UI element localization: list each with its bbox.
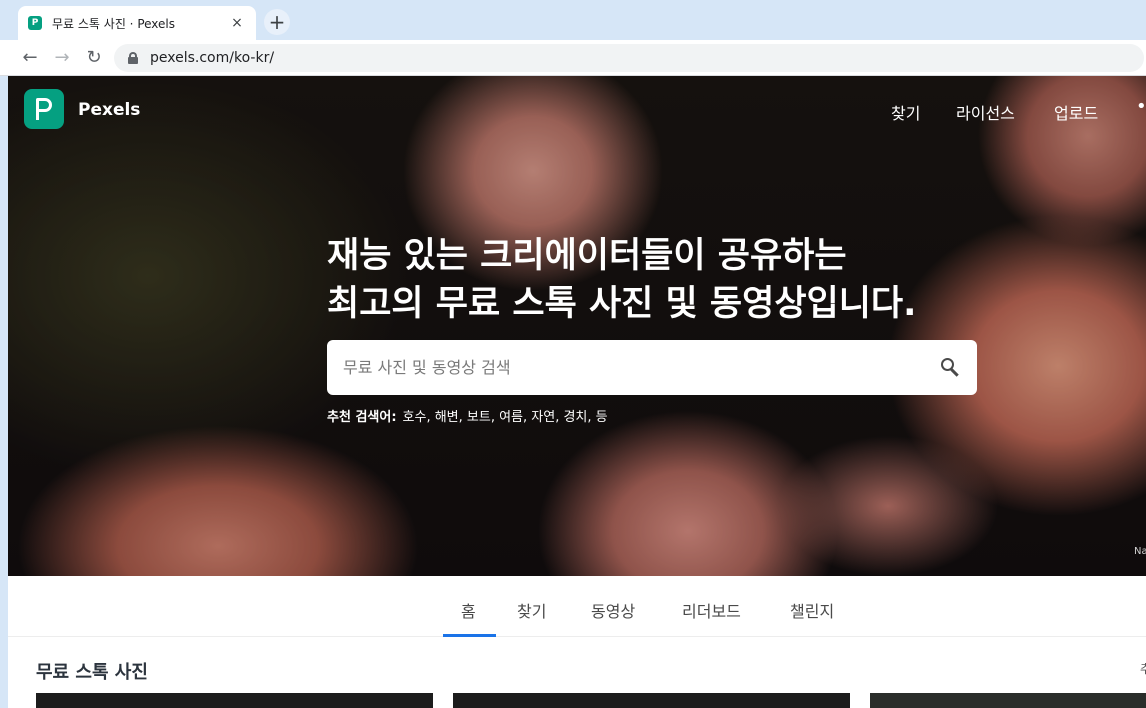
section-right-link[interactable]: 추 — [1140, 660, 1146, 677]
close-tab-icon[interactable]: × — [228, 15, 246, 31]
photo-thumbnail[interactable] — [453, 693, 850, 708]
photo-thumbnail[interactable] — [870, 693, 1146, 708]
tab-leaderboard[interactable]: 리더보드 — [682, 598, 741, 622]
tab-video[interactable]: 동영상 — [591, 598, 635, 622]
hero-headline-line1: 재능 있는 크리에이터들이 공유하는 — [327, 236, 847, 276]
tab-home[interactable]: 홈 — [461, 598, 476, 622]
brand-name[interactable]: Pexels — [78, 100, 140, 120]
nav-find[interactable]: 찾기 — [891, 100, 920, 124]
active-tab-indicator — [443, 634, 496, 637]
photo-credit[interactable]: Na — [1134, 546, 1146, 557]
browser-tabstrip: P 무료 스톡 사진 · Pexels × + — [0, 0, 1146, 40]
hero-headline-line2: 최고의 무료 스톡 사진 및 동영상입니다. — [327, 284, 917, 324]
photo-thumbnail[interactable] — [36, 693, 433, 708]
reload-icon[interactable]: ↻ — [80, 44, 108, 72]
new-tab-button[interactable]: + — [264, 9, 290, 35]
pexels-logo-icon[interactable] — [24, 89, 64, 129]
nav-upload[interactable]: 업로드 — [1054, 100, 1098, 124]
back-arrow-icon[interactable]: ← — [16, 44, 44, 72]
address-url[interactable]: pexels.com/ko-kr/ — [150, 50, 274, 66]
suggestions-label: 추천 검색어: — [327, 410, 397, 425]
pexels-favicon-icon: P — [28, 16, 42, 30]
lock-icon[interactable] — [128, 52, 138, 64]
search-input[interactable] — [343, 340, 923, 395]
search-box — [327, 340, 977, 395]
logo-glyph — [34, 98, 54, 120]
more-menu-icon[interactable]: •• — [1136, 96, 1146, 117]
suggested-searches: 추천 검색어: 호수, 해변, 보트, 여름, 자연, 경치, 등 — [327, 406, 608, 425]
page-viewport: Pexels 찾기 라이선스 업로드 •• 재능 있는 크리에이터들이 공유하는… — [8, 76, 1146, 708]
browser-tab-title: 무료 스톡 사진 · Pexels — [52, 16, 175, 31]
browser-toolbar: ← → ↻ pexels.com/ko-kr/ — [0, 40, 1146, 76]
hero-headline: 재능 있는 크리에이터들이 공유하는 최고의 무료 스톡 사진 및 동영상입니다… — [327, 232, 1027, 328]
tab-challenge[interactable]: 챌린지 — [790, 598, 834, 622]
search-icon[interactable] — [941, 358, 961, 378]
section-title: 무료 스톡 사진 — [36, 662, 148, 683]
content-tabs: 홈 찾기 동영상 리더보드 챌린지 — [8, 576, 1146, 637]
nav-license[interactable]: 라이선스 — [956, 100, 1015, 124]
browser-tab[interactable]: P 무료 스톡 사진 · Pexels × — [18, 6, 256, 40]
forward-arrow-icon[interactable]: → — [48, 44, 76, 72]
window-edge — [0, 76, 8, 708]
address-bar[interactable]: pexels.com/ko-kr/ — [114, 44, 1144, 72]
suggestion-links[interactable]: 호수, 해변, 보트, 여름, 자연, 경치, 등 — [403, 410, 608, 425]
tab-find[interactable]: 찾기 — [517, 598, 546, 622]
hero-banner: Pexels 찾기 라이선스 업로드 •• 재능 있는 크리에이터들이 공유하는… — [8, 76, 1146, 576]
